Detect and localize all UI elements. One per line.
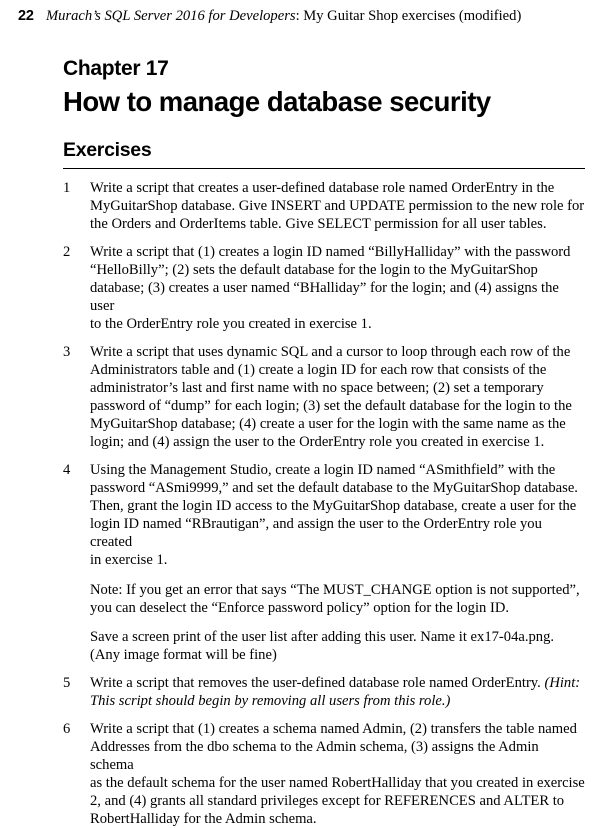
- section-rule: [63, 168, 585, 170]
- exercise-number: 4: [63, 462, 71, 479]
- section-heading: Exercises: [63, 139, 152, 162]
- exercise-number: 3: [63, 344, 71, 361]
- exercise-paragraph: Write a script that uses dynamic SQL and…: [90, 344, 572, 451]
- exercise-body: Write a script that creates a user-defin…: [90, 179, 585, 233]
- exercise-number: 1: [63, 180, 71, 197]
- exercise-paragraph: Note: If you get an error that says “The…: [90, 581, 580, 616]
- exercise-body: Write a script that uses dynamic SQL and…: [90, 343, 585, 451]
- running-header-suffix: : My Guitar Shop exercises (modified): [295, 8, 522, 24]
- page-number: 22: [18, 8, 34, 24]
- exercise-text: Write a script that removes the user-def…: [90, 674, 545, 691]
- exercise-body: Write a script that removes the user-def…: [90, 674, 585, 710]
- exercise-body: Write a script that (1) creates a schema…: [90, 720, 585, 828]
- exercise-item: 4 Using the Management Studio, create a l…: [63, 461, 585, 663]
- running-header-text: Murach’s SQL Server 2016 for Developers:…: [46, 8, 521, 24]
- exercise-paragraph: Save a screen print of the user list aft…: [90, 628, 555, 663]
- exercise-item: 6 Write a script that (1) creates a schem…: [63, 720, 585, 828]
- running-header: 22 Murach’s SQL Server 2016 for Develope…: [0, 0, 602, 24]
- chapter-title: How to manage database security: [63, 86, 491, 118]
- exercise-number: 2: [63, 244, 71, 261]
- exercise-item: 3 Write a script that uses dynamic SQL an…: [63, 343, 585, 451]
- exercise-body: Using the Management Studio, create a lo…: [90, 461, 585, 663]
- exercise-paragraph: Write a script that (1) creates a schema…: [90, 720, 585, 827]
- exercise-number: 5: [63, 674, 71, 691]
- chapter-heading-block: Chapter 17 How to manage database securi…: [0, 57, 602, 170]
- exercise-item: 2 Write a script that (1) creates a login…: [63, 243, 585, 333]
- exercise-paragraph: Write a script that creates a user-defin…: [90, 180, 585, 233]
- exercise-body: Write a script that (1) creates a login …: [90, 243, 585, 333]
- document-page: 22 Murach’s SQL Server 2016 for Develope…: [0, 0, 602, 827]
- exercise-list: 1 Write a script that creates a user-defi…: [0, 179, 602, 828]
- exercise-paragraph: Using the Management Studio, create a lo…: [90, 462, 578, 569]
- exercise-paragraph: Write a script that (1) creates a login …: [90, 244, 571, 333]
- exercise-number: 6: [63, 720, 71, 737]
- chapter-number: Chapter 17: [63, 57, 169, 81]
- exercise-paragraph: Write a script that removes the user-def…: [90, 674, 585, 710]
- exercise-item: 5 Write a script that removes the user-de…: [63, 674, 585, 710]
- exercise-item: 1 Write a script that creates a user-defi…: [63, 179, 585, 233]
- book-title: Murach’s SQL Server 2016 for Developers: [46, 8, 296, 24]
